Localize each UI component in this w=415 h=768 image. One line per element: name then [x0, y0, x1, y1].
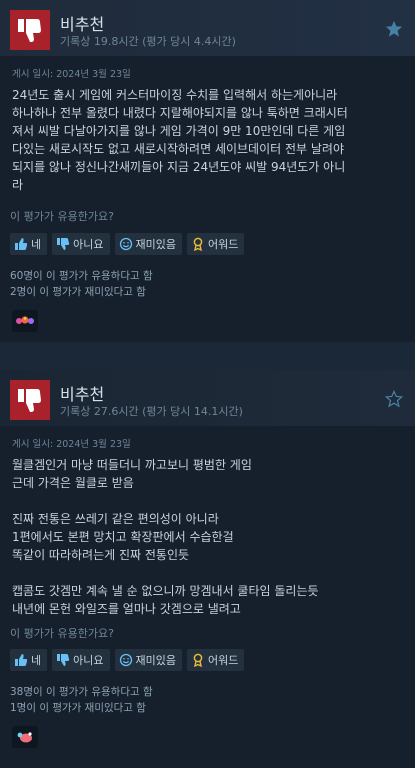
- award-button[interactable]: 어워드: [186, 233, 245, 255]
- award-label: 어워드: [207, 238, 239, 251]
- smiley-icon: [119, 237, 132, 251]
- vote-yes-button[interactable]: 네: [10, 649, 48, 671]
- award-ribbon-icon: [193, 237, 203, 251]
- posted-date: 게시 일시: 2024년 3월 23일: [12, 439, 131, 450]
- review-verdict: 비추천: [60, 385, 105, 404]
- thumbs-down-icon: [18, 19, 41, 42]
- vote-no-button[interactable]: 아니요: [52, 233, 110, 255]
- review-body: 월클겜인거 마냥 떠들더니 까고보니 평범한 게임 근데 가격은 월클로 받음 …: [12, 458, 319, 616]
- helpful-question: 이 평가가 유용한가요?: [10, 627, 114, 640]
- vote-buttons: 네 아니요 재미있음 어워드: [10, 649, 245, 671]
- vote-yes-button[interactable]: 네: [10, 233, 48, 255]
- vote-buttons: 네 아니요 재미있음 어워드: [10, 233, 245, 255]
- star-icon[interactable]: [385, 20, 403, 38]
- thumbs-down-icon: [57, 654, 70, 666]
- award-button[interactable]: 어워드: [186, 649, 245, 671]
- playtime-info: 기록상 19.8시간 (평가 당시 4.4시간): [60, 35, 236, 48]
- review-body: 24년도 출시 게임에 커스터마이징 수치를 입력해서 하는게아니라 하나하나 …: [12, 88, 348, 192]
- helpful-question: 이 평가가 유용한가요?: [10, 210, 114, 223]
- vote-funny-button[interactable]: 재미있음: [114, 649, 182, 671]
- award-badge-art: [17, 732, 32, 743]
- thumbs-up-icon: [15, 654, 28, 666]
- award-ribbon-icon: [193, 653, 203, 667]
- funny-count: 1명이 이 평가가 재미있다고 함: [10, 702, 146, 714]
- outline-star-icon[interactable]: [385, 390, 403, 408]
- review-card-2: 비추천 기록상 27.6시간 (평가 당시 14.1시간) 게시 일시: 202…: [0, 370, 415, 768]
- vote-yes-label: 네: [31, 238, 42, 251]
- vote-no-button[interactable]: 아니요: [52, 649, 110, 671]
- thumbs-down-icon: [18, 389, 41, 412]
- not-recommended-thumb: [10, 10, 50, 50]
- smiley-icon: [119, 653, 132, 667]
- not-recommended-thumb: [10, 380, 50, 420]
- vote-no-label: 아니요: [73, 654, 104, 667]
- vote-no-label: 아니요: [73, 238, 104, 251]
- review-header: 비추천 기록상 27.6시간 (평가 당시 14.1시간): [0, 370, 415, 426]
- vote-funny-label: 재미있음: [135, 654, 176, 667]
- vote-funny-label: 재미있음: [135, 238, 176, 251]
- vote-yes-label: 네: [31, 654, 42, 667]
- review-header: 비추천 기록상 19.8시간 (평가 당시 4.4시간): [0, 0, 415, 56]
- helpful-count: 38명이 이 평가가 유용하다고 함: [10, 686, 153, 698]
- review-verdict: 비추천: [60, 15, 105, 34]
- review-card-1: 비추천 기록상 19.8시간 (평가 당시 4.4시간) 게시 일시: 2024…: [0, 0, 415, 342]
- thumbs-down-icon: [57, 238, 70, 250]
- thumbs-up-icon: [15, 238, 28, 250]
- vote-funny-button[interactable]: 재미있음: [114, 233, 182, 255]
- award-label: 어워드: [207, 654, 239, 667]
- helpful-count: 60명이 이 평가가 유용하다고 함: [10, 270, 153, 282]
- posted-date: 게시 일시: 2024년 3월 23일: [12, 69, 131, 80]
- review-separator: [0, 342, 415, 370]
- award-badge-art: [16, 316, 34, 324]
- award-badge-icon[interactable]: [12, 310, 38, 332]
- award-badge-icon[interactable]: [12, 726, 38, 748]
- playtime-info: 기록상 27.6시간 (평가 당시 14.1시간): [60, 405, 243, 418]
- funny-count: 2명이 이 평가가 재미있다고 함: [10, 286, 146, 298]
